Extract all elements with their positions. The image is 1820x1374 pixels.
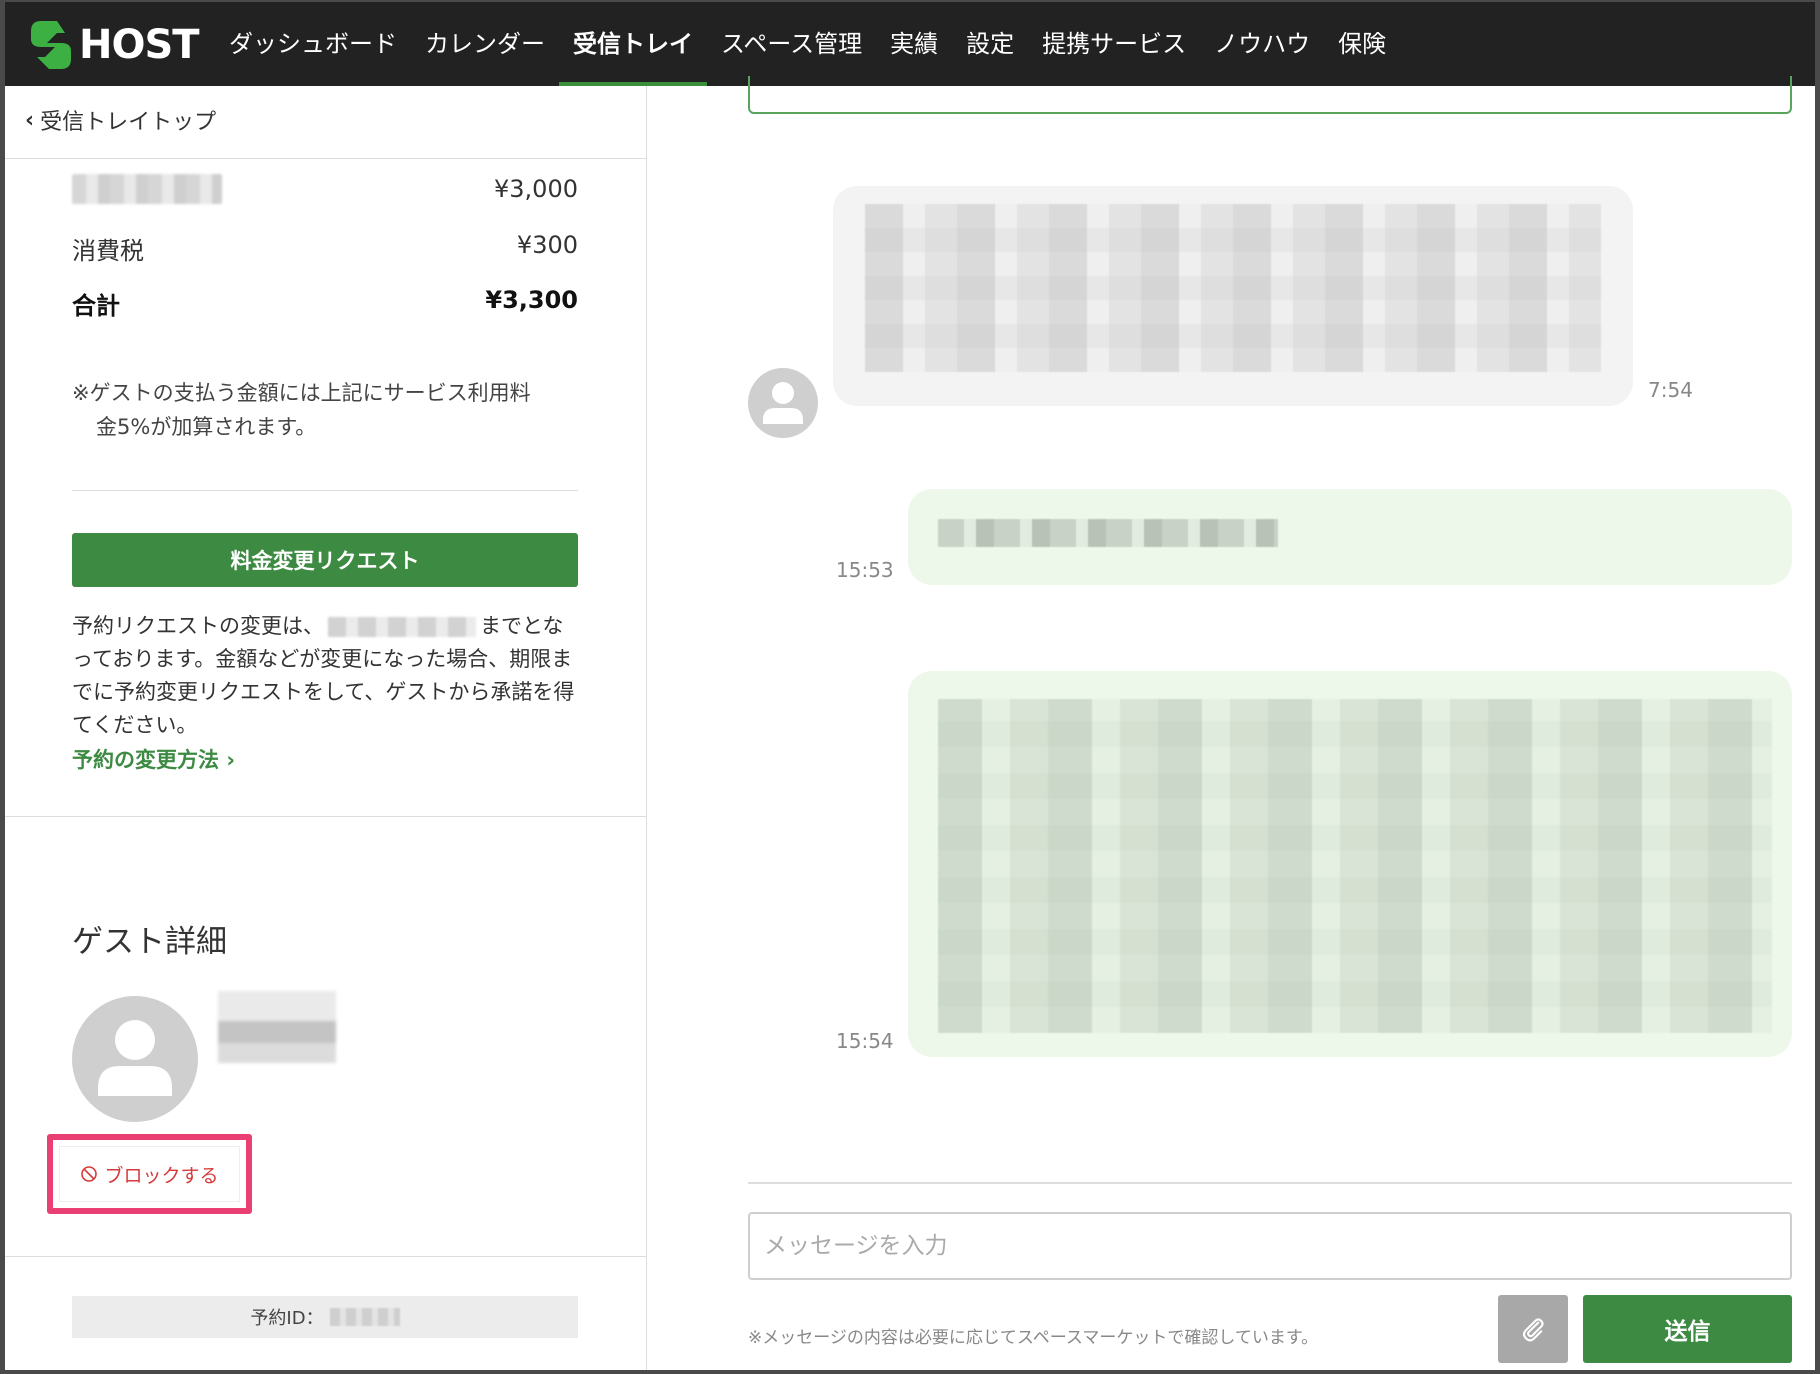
nav-item-insurance[interactable]: 保険 <box>1324 2 1400 86</box>
price-item-label-redacted <box>72 174 222 204</box>
guest-details-title: ゲスト詳細 <box>72 924 227 960</box>
message-text-redacted <box>938 699 1772 1033</box>
reservation-id-redacted <box>329 1308 400 1326</box>
service-fee-note: ※ゲストの支払う金額には上記にサービス利用料 金5%が加算されます。 <box>72 376 578 444</box>
reservation-status-card <box>748 76 1792 114</box>
composer-divider <box>748 1182 1792 1184</box>
deadline-date-redacted <box>328 617 476 637</box>
send-button[interactable]: 送信 <box>1583 1295 1792 1363</box>
chevron-right-icon: › <box>226 748 235 772</box>
change-deadline-description: 予約リクエストの変更は、 までとなっております。金額などが変更になった場合、期限ま… <box>72 610 578 742</box>
service-fee-note-line1: ※ゲストの支払う金額には上記にサービス利用料 <box>72 381 531 405</box>
price-row-total: 合計 ¥3,300 <box>72 286 578 321</box>
service-fee-note-line2: 金5%が加算されます。 <box>96 415 317 439</box>
tax-amount: ¥300 <box>516 231 578 259</box>
app-window: HOST ダッシュボード カレンダー 受信トレイ スペース管理 実績 設定 提携… <box>5 2 1815 1370</box>
nav-item-partner-services[interactable]: 提携サービス <box>1028 2 1200 86</box>
reservation-sidebar: ‹ 受信トレイトップ ¥3,000 消費税 ¥300 合計 ¥3,300 ※ゲス… <box>5 86 647 1370</box>
message-time: 7:54 <box>1648 378 1693 402</box>
paperclip-icon <box>1522 1318 1544 1342</box>
nav-item-knowhow[interactable]: ノウハウ <box>1200 2 1324 86</box>
main-nav: ダッシュボード カレンダー 受信トレイ スペース管理 実績 設定 提携サービス … <box>215 2 1400 86</box>
message-input[interactable] <box>748 1212 1792 1280</box>
price-row-tax: 消費税 ¥300 <box>72 231 578 266</box>
logo-icon <box>31 21 71 69</box>
block-guest-button[interactable]: ブロックする <box>59 1146 240 1202</box>
divider <box>72 490 578 491</box>
message-bubble-outgoing <box>908 671 1792 1057</box>
message-bubble-outgoing <box>908 489 1792 585</box>
nav-item-calendar[interactable]: カレンダー <box>411 2 559 86</box>
message-bubble-incoming <box>833 186 1633 406</box>
message-time: 15:53 <box>836 558 894 582</box>
how-to-change-label: 予約の変更方法 <box>72 748 219 772</box>
user-icon <box>763 382 803 424</box>
ban-icon <box>81 1166 98 1182</box>
guest-avatar <box>72 996 198 1122</box>
message-thread: 7:54 15:53 15:54 ※メッセージの内容は必要に応じてスペースマーケ… <box>648 76 1815 1370</box>
top-header: HOST ダッシュボード カレンダー 受信トレイ スペース管理 実績 設定 提携… <box>5 2 1815 86</box>
message-text-redacted <box>865 204 1601 372</box>
price-row-base: ¥3,000 <box>72 174 578 204</box>
reservation-id-box: 予約ID： <box>72 1296 578 1338</box>
total-amount: ¥3,300 <box>485 286 578 314</box>
divider <box>5 1256 647 1257</box>
logo[interactable]: HOST <box>27 16 200 74</box>
back-link-label: 受信トレイトップ <box>40 110 217 135</box>
block-guest-label: ブロックする <box>104 1164 219 1187</box>
nav-item-dashboard[interactable]: ダッシュボード <box>215 2 411 86</box>
attach-file-button[interactable] <box>1498 1295 1568 1363</box>
tax-label: 消費税 <box>72 237 144 265</box>
divider <box>5 816 647 817</box>
nav-item-settings[interactable]: 設定 <box>952 2 1028 86</box>
guest-name-redacted <box>218 991 336 1063</box>
reservation-id-label: 予約ID： <box>250 1308 324 1329</box>
nav-item-inbox[interactable]: 受信トレイ <box>559 2 707 86</box>
how-to-change-link[interactable]: 予約の変更方法 › <box>72 744 235 774</box>
user-icon <box>98 1020 172 1096</box>
message-time: 15:54 <box>836 1029 894 1053</box>
message-text-redacted <box>938 519 1278 547</box>
divider <box>5 158 647 159</box>
moderation-note: ※メッセージの内容は必要に応じてスペースマーケットで確認しています。 <box>748 1328 1319 1348</box>
nav-item-performance[interactable]: 実績 <box>876 2 952 86</box>
total-label: 合計 <box>72 292 120 320</box>
sender-avatar <box>748 368 818 438</box>
price-base-amount: ¥3,000 <box>494 175 578 203</box>
chevron-left-icon: ‹ <box>25 107 35 133</box>
desc-part1: 予約リクエストの変更は、 <box>72 614 324 638</box>
logo-text: HOST <box>79 22 200 68</box>
price-change-request-button[interactable]: 料金変更リクエスト <box>72 533 578 587</box>
nav-item-space-management[interactable]: スペース管理 <box>707 2 876 86</box>
back-to-inbox-link[interactable]: ‹ 受信トレイトップ <box>25 104 216 136</box>
